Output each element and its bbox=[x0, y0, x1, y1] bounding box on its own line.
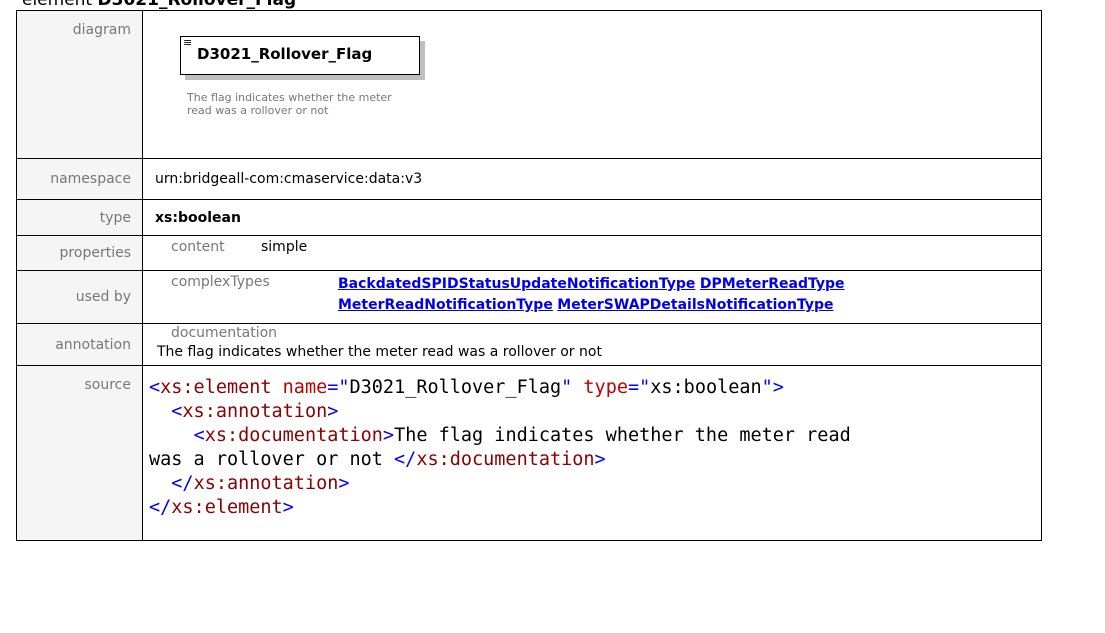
type-cell: xs:boolean bbox=[142, 199, 1042, 236]
type-value: xs:boolean bbox=[155, 209, 241, 226]
source-label-cell: source bbox=[16, 365, 143, 541]
namespace-label: namespace bbox=[50, 171, 131, 187]
diagram-label-cell: diagram bbox=[16, 10, 143, 159]
diagram-cell bbox=[142, 10, 1042, 159]
link-meter-swap-details-notification-type[interactable]: MeterSWAPDetailsNotificationType bbox=[557, 297, 833, 313]
source-row: source <xs:element name="D3021_Rollover_… bbox=[16, 365, 1042, 541]
used-by-label: used by bbox=[75, 289, 131, 305]
source-label: source bbox=[84, 377, 132, 393]
element-diagram-title: D3021_Rollover_Flag bbox=[197, 45, 373, 63]
namespace-cell: urn:bridgeall-com:cmaservice:data:v3 bbox=[142, 158, 1042, 200]
page-title-prefix: element bbox=[22, 0, 98, 10]
element-diagram-doc: The flag indicates whether the meter rea… bbox=[187, 91, 392, 117]
annotation-row: annotation documentation The flag indica… bbox=[16, 323, 1042, 366]
properties-value: simple bbox=[261, 239, 308, 255]
type-label-cell: type bbox=[16, 199, 143, 236]
used-by-key: complexTypes bbox=[171, 274, 270, 290]
annotation-text: The flag indicates whether the meter rea… bbox=[157, 344, 602, 360]
properties-row: properties content simple bbox=[16, 235, 1042, 271]
link-backdated-spid-status-update-notification-type[interactable]: BackdatedSPIDStatusUpdateNotificationTyp… bbox=[338, 276, 695, 292]
element-doc-table: diagram namespace urn:bridgeall-com:cmas… bbox=[16, 10, 1042, 541]
element-diagram-box[interactable]: ≡ D3021_Rollover_Flag bbox=[180, 36, 420, 75]
namespace-row: namespace urn:bridgeall-com:cmaservice:d… bbox=[16, 158, 1042, 200]
properties-key: content bbox=[171, 239, 225, 255]
used-by-row: used by complexTypes BackdatedSPIDStatus… bbox=[16, 270, 1042, 324]
diagram-label: diagram bbox=[72, 22, 131, 38]
properties-label: properties bbox=[59, 245, 131, 261]
diagram-row: diagram bbox=[16, 10, 1042, 159]
annotation-key: documentation bbox=[171, 325, 278, 341]
namespace-label-cell: namespace bbox=[16, 158, 143, 200]
page-title-name: D3021_Rollover_Flag bbox=[97, 0, 297, 10]
annotation-label-cell: annotation bbox=[16, 323, 143, 366]
link-meter-read-notification-type[interactable]: MeterReadNotificationType bbox=[338, 297, 553, 313]
source-code: <xs:element name="D3021_Rollover_Flag" t… bbox=[149, 377, 851, 518]
link-dp-meter-read-type[interactable]: DPMeterReadType bbox=[700, 276, 845, 292]
sequence-icon: ≡ bbox=[183, 36, 193, 49]
namespace-value: urn:bridgeall-com:cmaservice:data:v3 bbox=[155, 171, 423, 187]
source-cell: <xs:element name="D3021_Rollover_Flag" t… bbox=[142, 365, 1042, 541]
type-row: type xs:boolean bbox=[16, 199, 1042, 236]
used-by-cell: complexTypes BackdatedSPIDStatusUpdateNo… bbox=[142, 270, 1042, 324]
annotation-cell: documentation The flag indicates whether… bbox=[142, 323, 1042, 366]
type-label: type bbox=[99, 209, 131, 226]
properties-label-cell: properties bbox=[16, 235, 143, 271]
used-by-label-cell: used by bbox=[16, 270, 143, 324]
properties-cell: content simple bbox=[142, 235, 1042, 271]
annotation-label: annotation bbox=[55, 336, 131, 353]
